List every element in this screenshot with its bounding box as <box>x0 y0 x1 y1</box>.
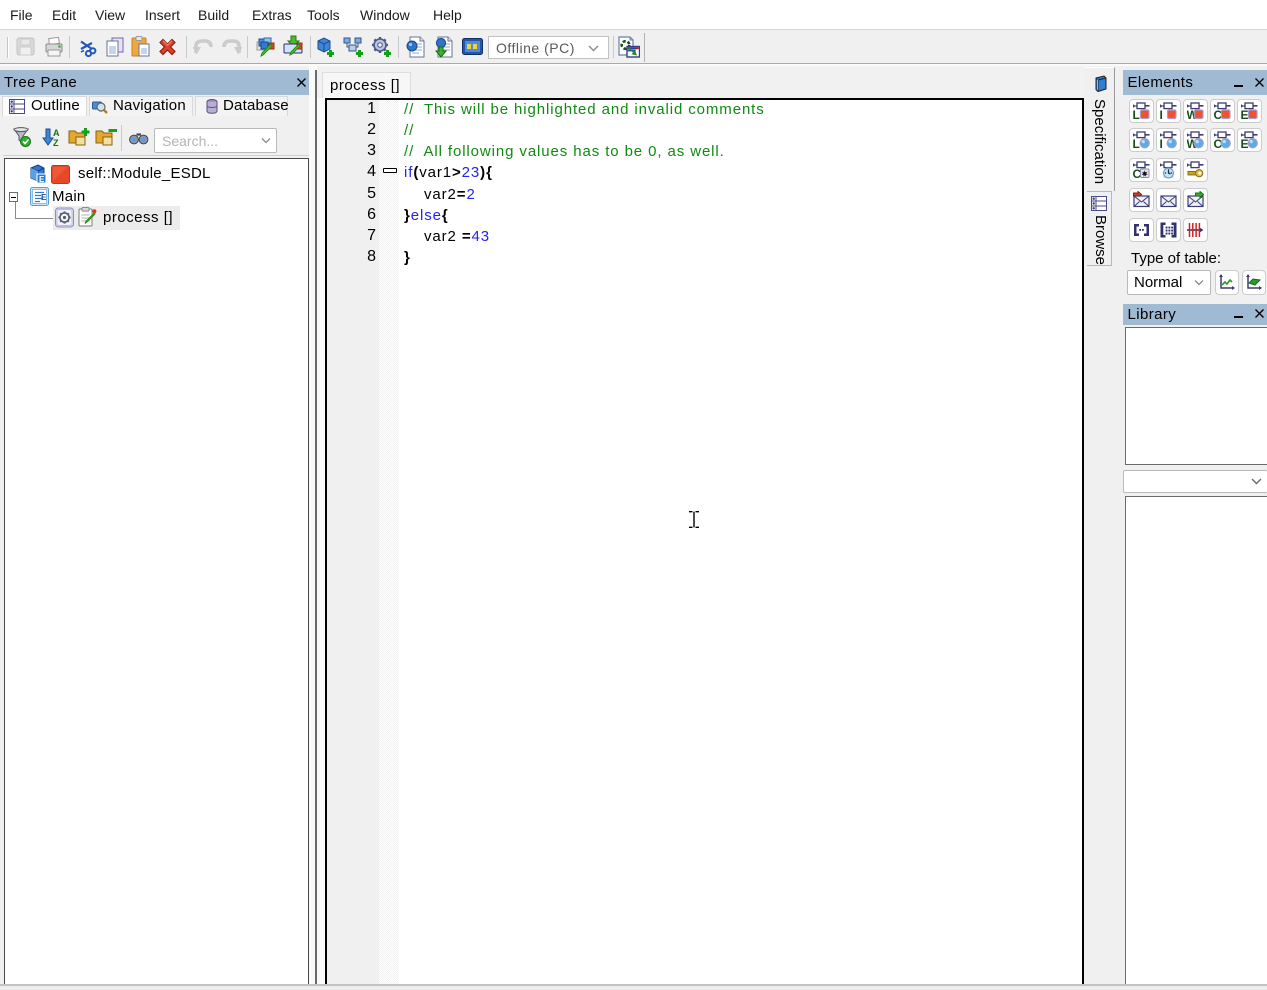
svg-text:I: I <box>1160 137 1163 149</box>
svg-text:I: I <box>1160 108 1163 120</box>
svg-text:L: L <box>1133 108 1140 120</box>
svg-text:E: E <box>1241 108 1249 120</box>
svg-text:E: E <box>41 193 47 202</box>
svg-text:E: E <box>1241 137 1249 149</box>
svg-text:A: A <box>53 128 60 138</box>
svg-text:Z: Z <box>53 138 59 148</box>
svg-text:L: L <box>1133 137 1140 149</box>
svg-text:E: E <box>39 175 45 184</box>
